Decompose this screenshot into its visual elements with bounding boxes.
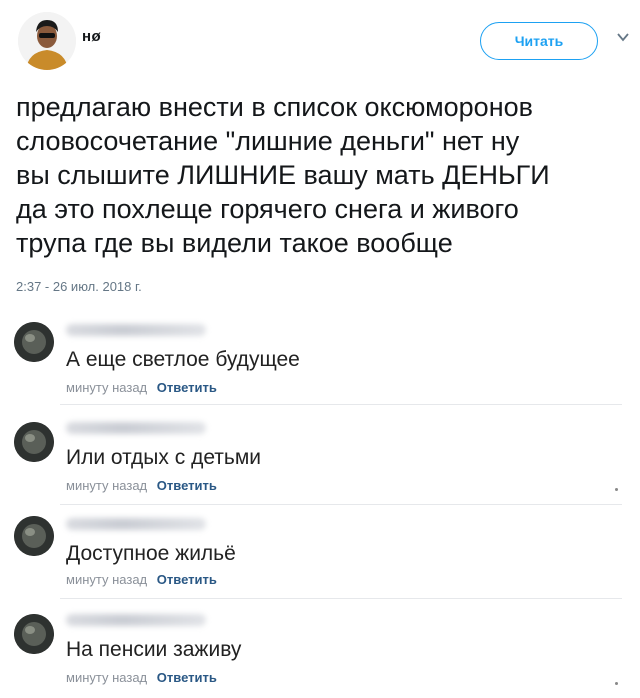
tweet-text: предлагаю внести в список оксюморонов сл…: [16, 92, 550, 258]
comment-meta: минуту назад Ответить: [66, 572, 217, 587]
comment-time: минуту назад: [66, 670, 148, 685]
blurred-username: [66, 614, 206, 626]
chevron-down-icon[interactable]: [616, 30, 630, 44]
comment: А еще светлое будущее минуту назад Ответ…: [0, 312, 640, 408]
follow-button[interactable]: Читать: [480, 22, 598, 60]
comment-time: минуту назад: [66, 478, 148, 493]
comment-time: минуту назад: [66, 572, 148, 587]
comment-avatar[interactable]: [14, 614, 54, 654]
reply-button[interactable]: Ответить: [157, 572, 217, 587]
comment: Или отдых с детьми минуту назад Ответить: [0, 408, 640, 505]
comment-avatar[interactable]: [14, 322, 54, 362]
comment: На пенсии заживу минуту назад Ответить: [0, 602, 640, 698]
comment-text: А еще светлое будущее: [66, 348, 300, 371]
avatar[interactable]: [18, 12, 76, 70]
divider: [60, 404, 622, 405]
dot: [615, 488, 618, 491]
username[interactable]: нø: [82, 28, 101, 45]
avatar-image: [18, 12, 76, 70]
tweet-header: нø Читать: [18, 12, 630, 74]
comment-meta: минуту назад Ответить: [66, 478, 217, 493]
comment-text: Или отдых с детьми: [66, 446, 262, 469]
divider: [60, 598, 622, 599]
avatar-image: [14, 614, 54, 654]
avatar-image: [14, 422, 54, 462]
comment-avatar[interactable]: [14, 516, 54, 556]
comment: Доступное жильё минуту назад Ответить: [0, 506, 640, 602]
tweet-timestamp[interactable]: 2:37 - 26 июл. 2018 г.: [16, 279, 142, 294]
reply-button[interactable]: Ответить: [157, 478, 217, 493]
reply-button[interactable]: Ответить: [157, 380, 217, 395]
reply-button[interactable]: Ответить: [157, 670, 217, 685]
blurred-username: [66, 324, 206, 336]
blurred-username: [66, 518, 206, 530]
divider: [60, 504, 622, 505]
comment-meta: минуту назад Ответить: [66, 670, 217, 685]
avatar-image: [14, 516, 54, 556]
comment-time: минуту назад: [66, 380, 148, 395]
avatar-image: [14, 322, 54, 362]
blurred-username: [66, 422, 206, 434]
comment-avatar[interactable]: [14, 422, 54, 462]
comment-text: Доступное жильё: [66, 542, 236, 565]
dot: [615, 682, 618, 685]
comment-meta: минуту назад Ответить: [66, 380, 217, 395]
comment-text: На пенсии заживу: [66, 638, 242, 661]
